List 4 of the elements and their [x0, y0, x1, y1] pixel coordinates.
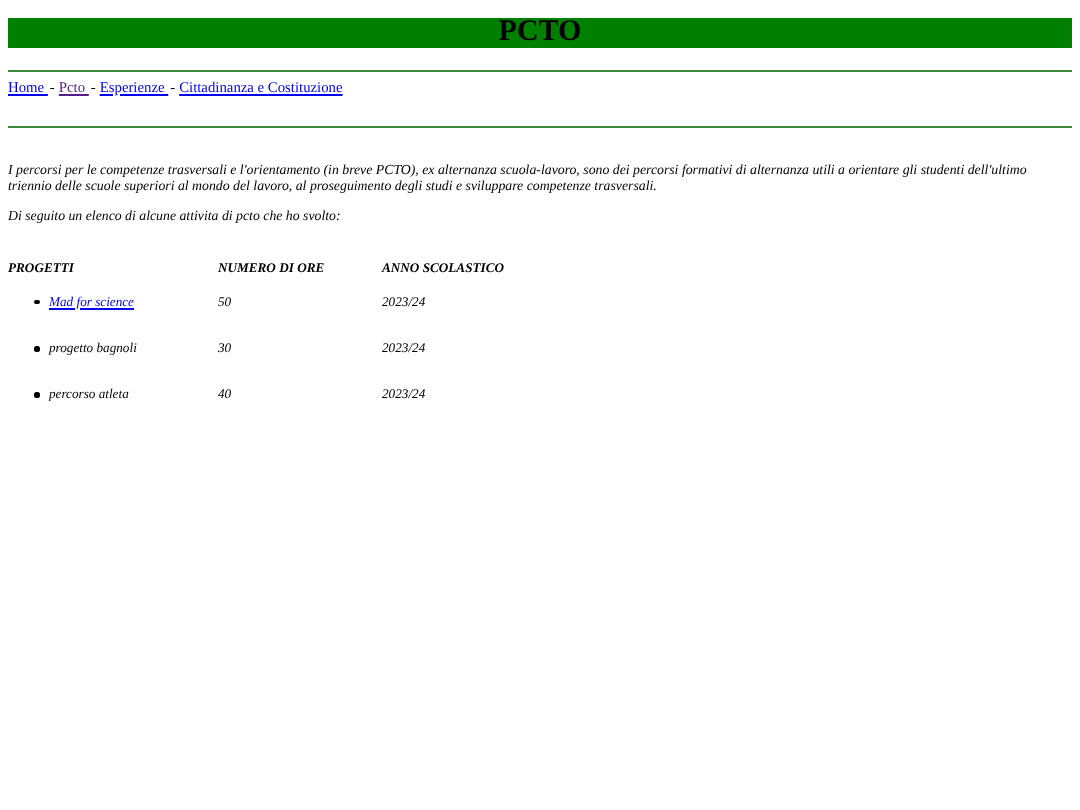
page-title: PCTO [8, 18, 1072, 48]
bullet-icon [34, 299, 39, 305]
bullet-icon [34, 392, 39, 398]
bullet-icon [34, 346, 39, 352]
